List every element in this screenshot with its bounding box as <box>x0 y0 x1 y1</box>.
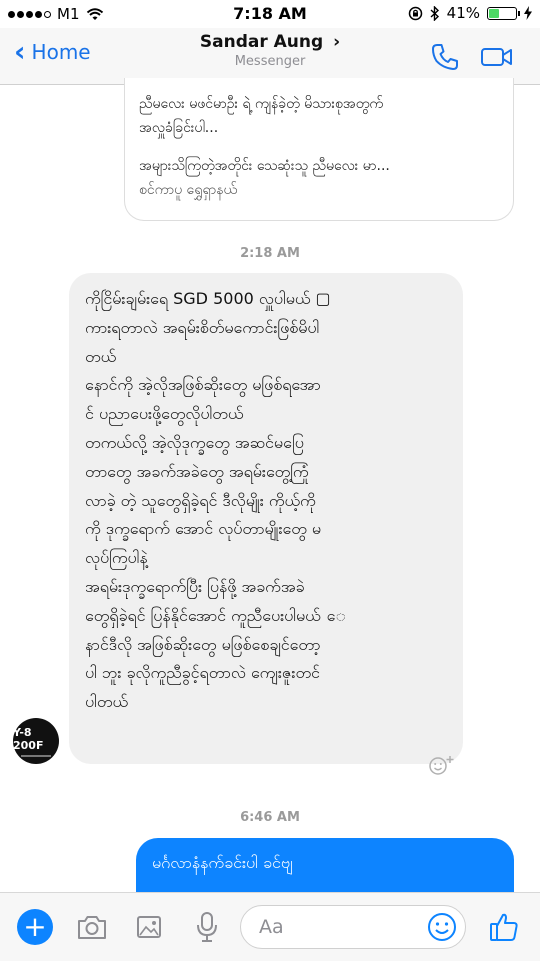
avatar-label: Y-8 200F <box>13 725 44 752</box>
add-reaction-icon <box>429 756 454 775</box>
shared-post-line: အများသိကြတဲ့အတိုင်း သေဆုံးသူ ညီမလေး မာ..… <box>139 158 390 174</box>
incoming-message-bubble[interactable]: ကိုငြိမ်းချမ်းရေ SGD 5000 လှူပါမယ် ▢ ကား… <box>69 273 463 764</box>
message-line: တွေရှိခဲ့ရင် ပြန်နိုင်အောင် ကူညီပေးပါမယ်… <box>85 605 346 625</box>
message-line: င် ပညာပေးဖို့တွေလိုပါတယ် <box>85 404 244 424</box>
more-actions-button[interactable]: + <box>17 909 53 945</box>
outgoing-message-text: မင်္ဂလာနံနက်ခင်းပါ ခင်ဗျ <box>152 853 293 872</box>
like-button[interactable] <box>486 909 522 945</box>
gallery-button[interactable] <box>131 909 167 945</box>
call-button[interactable] <box>428 40 462 74</box>
shared-post-line: အလှူခံခြင်းပါ... <box>139 120 219 136</box>
battery-fill <box>489 8 499 18</box>
plus-icon: + <box>23 910 47 943</box>
message-line: အရမ်းဒုက္ခရောက်ပြီး ပြန်ဖို့ အခက်အခဲ <box>85 576 305 596</box>
voice-message-button[interactable] <box>189 909 225 945</box>
message-timestamp: 2:18 AM <box>240 246 300 261</box>
message-line: လာခဲ့ တဲ့ သူတွေရှိခဲ့ရင် ဒီလိုမျိုး ကိုယ… <box>85 490 316 510</box>
photo-icon <box>137 916 161 938</box>
message-line: နောင်ကို အဲ့လိုအဖြစ်ဆိုးတွေ မဖြစ်ရအော <box>85 375 321 395</box>
message-line: တာတွေ အခက်အခဲတွေ အရမ်းတွေ့ကြုံ <box>85 461 309 481</box>
status-bar: M1 7:18 AM 41% <box>0 0 540 28</box>
message-line: ကိုငြိမ်းချမ်းရေ SGD 5000 လှူပါမယ် ▢ <box>85 289 331 308</box>
message-line: လုပ်ကြပါနဲ့ <box>85 548 148 568</box>
avatar-subtext-line <box>21 754 51 757</box>
status-right: 41% <box>408 4 532 22</box>
message-line: နာင်ဒီလို အဖြစ်ဆိုးတွေ မဖြစ်စေချင်တော့ <box>85 634 321 654</box>
battery-percent: 41% <box>446 4 480 22</box>
contact-name: Sandar Aung <box>199 32 324 52</box>
emoji-icon <box>428 913 456 941</box>
phone-icon <box>432 44 458 70</box>
camera-icon <box>78 916 106 939</box>
sender-avatar[interactable]: Y-8 200F <box>13 718 59 764</box>
message-composer: + <box>0 892 540 961</box>
message-line: တယ် <box>85 346 117 366</box>
message-line: ပါ ဘူး ခုလိုကူညီခွင့်ရတာလဲ ကျေးဇူးတင် <box>85 663 320 683</box>
message-line: ကားရတာလဲ အရမ်းစိတ်မကောင်းဖြစ်မိပါ <box>85 317 320 337</box>
battery-icon <box>487 6 520 20</box>
message-input-container[interactable] <box>240 905 466 949</box>
add-reaction-button[interactable] <box>428 754 456 776</box>
video-call-button[interactable] <box>480 40 514 74</box>
emoji-button[interactable] <box>425 910 459 944</box>
message-timestamp: 6:46 AM <box>240 810 300 825</box>
shared-post-source: စင်ကာပူ ရွှေရှာနယ် <box>139 182 238 198</box>
orientation-lock-icon <box>408 6 422 20</box>
bluetooth-icon <box>430 5 439 21</box>
shared-post-card[interactable]: ညီမလေး မဖင်မာဦး ရဲ့ ကျန်ခဲ့တဲ့ မိသားစုအတ… <box>124 78 514 221</box>
shared-post-line: ညီမလေး မဖင်မာဦး ရဲ့ ကျန်ခဲ့တဲ့ မိသားစုအတ… <box>139 96 384 112</box>
message-line: ပါတယ် <box>85 692 128 712</box>
message-line: တကယ်လို့ အဲ့လိုဒုက္ခတွေ အဆင်မပြေ <box>85 432 304 452</box>
chevron-right-icon: › <box>333 32 341 52</box>
thumbs-up-icon <box>490 913 518 941</box>
charging-icon <box>524 6 532 20</box>
message-line: ကို ဒုက္ခရောက် အောင် လုပ်တာမျိုးတွေ မ <box>85 519 322 539</box>
video-icon <box>481 48 512 66</box>
conversation-header: ‹ Home Sandar Aung › Messenger <box>0 28 540 85</box>
message-input[interactable] <box>259 915 409 939</box>
camera-button[interactable] <box>74 909 110 945</box>
microphone-icon <box>197 912 217 942</box>
